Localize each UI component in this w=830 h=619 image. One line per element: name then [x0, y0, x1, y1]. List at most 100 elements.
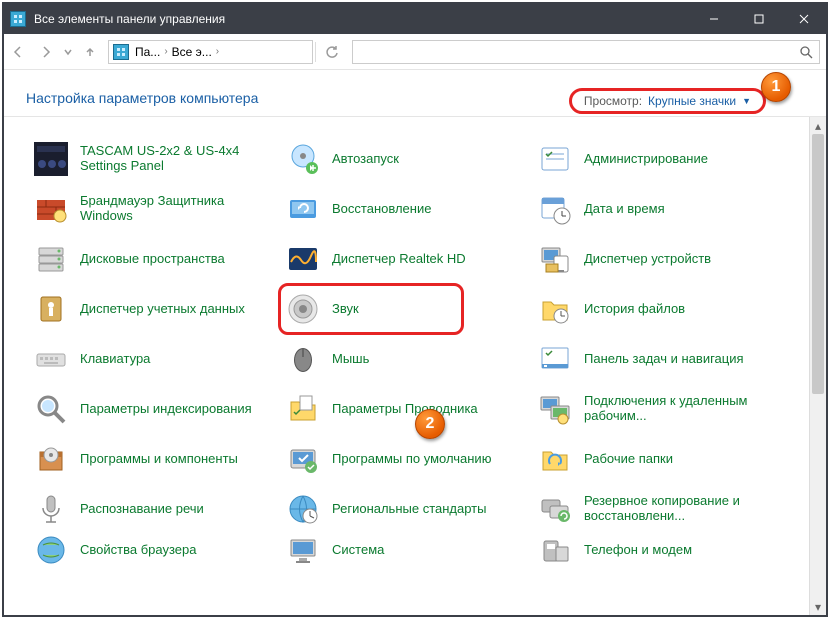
realtek-icon	[286, 242, 320, 276]
work-folders-icon	[538, 442, 572, 476]
item-label: Автозапуск	[332, 152, 399, 167]
item-label: История файлов	[584, 302, 685, 317]
back-button[interactable]	[4, 38, 32, 66]
annotation-badge-1: 1	[761, 72, 791, 102]
item-realtek[interactable]: Диспетчер Realtek HD	[286, 235, 534, 283]
nav-toolbar: Па... › Все э... ›	[4, 34, 826, 70]
scroll-thumb[interactable]	[812, 134, 824, 394]
maximize-button[interactable]	[736, 4, 781, 34]
item-system[interactable]: Система	[286, 535, 534, 565]
item-label: Дата и время	[584, 202, 665, 217]
control-panel-icon	[113, 44, 129, 60]
item-explorer-options[interactable]: Параметры Проводника	[286, 385, 534, 433]
item-tascam[interactable]: TASCAM US-2x2 & US-4x4 Settings Panel	[34, 135, 282, 183]
breadcrumb-seg[interactable]: Все э...	[172, 45, 212, 59]
view-selector[interactable]: Просмотр: Крупные значки ▼	[569, 88, 766, 114]
window: Все элементы панели управления Па... › В…	[2, 2, 828, 617]
folder-options-icon	[286, 392, 320, 426]
item-device-manager[interactable]: Диспетчер устройств	[538, 235, 786, 283]
annotation-badge-2: 2	[415, 409, 445, 439]
scroll-down-button[interactable]: ▾	[810, 598, 826, 615]
taskbar-icon	[538, 342, 572, 376]
phone-modem-icon	[538, 535, 572, 565]
item-phone-modem[interactable]: Телефон и модем	[538, 535, 786, 565]
item-firewall[interactable]: Брандмауэр Защитника Windows	[34, 185, 282, 233]
item-label: Система	[332, 543, 384, 558]
search-input[interactable]	[352, 40, 820, 64]
item-file-history[interactable]: История файлов	[538, 285, 786, 333]
item-label: Панель задач и навигация	[584, 352, 744, 367]
item-label: Мышь	[332, 352, 369, 367]
item-work-folders[interactable]: Рабочие папки	[538, 435, 786, 483]
item-label: Администрирование	[584, 152, 708, 167]
device-manager-icon	[538, 242, 572, 276]
internet-options-icon	[34, 535, 68, 565]
item-speech[interactable]: Распознавание речи	[34, 485, 282, 533]
tascam-icon	[34, 142, 68, 176]
separator	[315, 42, 316, 62]
indexing-icon	[34, 392, 68, 426]
close-button[interactable]	[781, 4, 826, 34]
regional-icon	[286, 492, 320, 526]
keyboard-icon	[34, 342, 68, 376]
item-internet-options[interactable]: Свойства браузера	[34, 535, 282, 565]
up-button[interactable]	[76, 38, 104, 66]
item-label: Подключения к удаленным рабочим...	[584, 394, 774, 424]
item-label: Телефон и модем	[584, 543, 692, 558]
sound-icon	[286, 292, 320, 326]
item-label: Клавиатура	[80, 352, 150, 367]
backup-icon	[538, 492, 572, 526]
page-header: Настройка параметров компьютера Просмотр…	[4, 70, 826, 117]
scrollbar[interactable]: ▴ ▾	[809, 117, 826, 615]
item-programs-features[interactable]: Программы и компоненты	[34, 435, 282, 483]
forward-button[interactable]	[32, 38, 60, 66]
item-label: Диспетчер устройств	[584, 252, 711, 267]
refresh-button[interactable]	[318, 38, 346, 66]
item-remote-desktop[interactable]: Подключения к удаленным рабочим...	[538, 385, 786, 433]
chevron-right-icon: ›	[164, 46, 167, 57]
window-title: Все элементы панели управления	[34, 12, 225, 26]
item-label: Параметры индексирования	[80, 402, 252, 417]
item-autoplay[interactable]: Автозапуск	[286, 135, 534, 183]
recovery-icon	[286, 192, 320, 226]
recent-dropdown[interactable]	[60, 38, 76, 66]
item-regional[interactable]: Региональные стандарты	[286, 485, 534, 533]
item-storage-spaces[interactable]: Дисковые пространства	[34, 235, 282, 283]
item-datetime[interactable]: Дата и время	[538, 185, 786, 233]
storage-spaces-icon	[34, 242, 68, 276]
chevron-down-icon: ▼	[742, 96, 751, 106]
view-value: Крупные значки	[648, 94, 736, 108]
item-recovery[interactable]: Восстановление	[286, 185, 534, 233]
autoplay-icon	[286, 142, 320, 176]
scroll-up-button[interactable]: ▴	[810, 117, 826, 134]
item-label: Диспетчер учетных данных	[80, 302, 245, 317]
items-grid: TASCAM US-2x2 & US-4x4 Settings Panel Ав…	[4, 117, 809, 615]
view-label: Просмотр:	[584, 94, 642, 108]
firewall-icon	[34, 192, 68, 226]
breadcrumb-seg[interactable]: Па...	[135, 45, 160, 59]
admin-tools-icon	[538, 142, 572, 176]
item-sound[interactable]: Звук	[286, 285, 534, 333]
item-mouse[interactable]: Мышь	[286, 335, 534, 383]
item-credential-manager[interactable]: Диспетчер учетных данных	[34, 285, 282, 333]
minimize-button[interactable]	[691, 4, 736, 34]
item-default-programs[interactable]: Программы по умолчанию	[286, 435, 534, 483]
page-title: Настройка параметров компьютера	[26, 90, 258, 106]
item-taskbar-nav[interactable]: Панель задач и навигация	[538, 335, 786, 383]
item-label: Региональные стандарты	[332, 502, 486, 517]
item-admin-tools[interactable]: Администрирование	[538, 135, 786, 183]
main-area: 2 TASCAM US-2x2 & US-4x4 Settings Panel …	[4, 117, 826, 615]
address-bar[interactable]: Па... › Все э... ›	[108, 40, 313, 64]
item-label: Звук	[332, 302, 359, 317]
item-backup-restore[interactable]: Резервное копирование и восстановлени...	[538, 485, 786, 533]
item-label: Резервное копирование и восстановлени...	[584, 494, 774, 524]
item-indexing[interactable]: Параметры индексирования	[34, 385, 282, 433]
item-label: Свойства браузера	[80, 543, 196, 558]
remote-desktop-icon	[538, 392, 572, 426]
mouse-icon	[286, 342, 320, 376]
credential-manager-icon	[34, 292, 68, 326]
item-keyboard[interactable]: Клавиатура	[34, 335, 282, 383]
item-label: TASCAM US-2x2 & US-4x4 Settings Panel	[80, 144, 270, 174]
item-label: Параметры Проводника	[332, 402, 478, 417]
item-label: Брандмауэр Защитника Windows	[80, 194, 270, 224]
